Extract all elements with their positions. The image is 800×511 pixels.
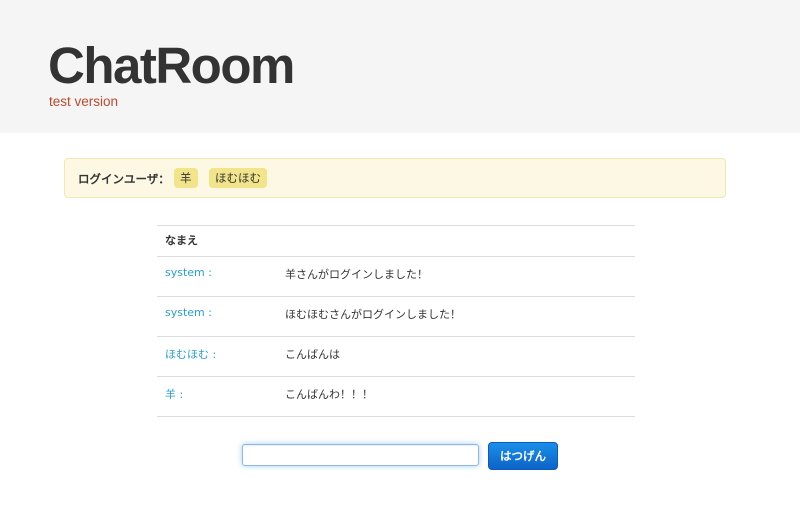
table-row: 羊 : こんばんわ！！！ [157,376,635,417]
message-text: こんばんわ！！！ [277,376,635,417]
user-badge: 羊 [174,168,198,188]
column-header-message [277,225,635,257]
speaker-name: ほむほむ : [157,336,277,377]
user-badge: ほむほむ [209,168,267,188]
chat-log-table: なまえ system : 羊さんがログインしました！ system : ほむほむ… [157,225,635,417]
send-button[interactable]: はつげん [488,442,558,470]
table-row: ほむほむ : こんばんは [157,336,635,377]
table-row: system : 羊さんがログインしました！ [157,256,635,297]
message-text: ほむほむさんがログインしました！ [277,296,635,337]
app-subtitle: test version [49,94,119,109]
speaker-name: 羊 : [157,376,277,417]
logged-in-users-label: ログインユーザ： [78,172,170,186]
message-input[interactable] [242,444,479,466]
message-text: 羊さんがログインしました！ [277,256,635,297]
table-row: system : ほむほむさんがログインしました！ [157,296,635,337]
message-text: こんばんは [277,336,635,377]
column-header-name: なまえ [157,225,277,257]
table-header-row: なまえ [157,225,635,257]
app-title: ChatRoom [48,37,295,94]
logged-in-users-bar: ログインユーザ： 羊 ほむほむ [64,158,726,198]
header-hero: ChatRoom test version [0,0,800,133]
speaker-name: system : [157,256,277,297]
speaker-name: system : [157,296,277,337]
